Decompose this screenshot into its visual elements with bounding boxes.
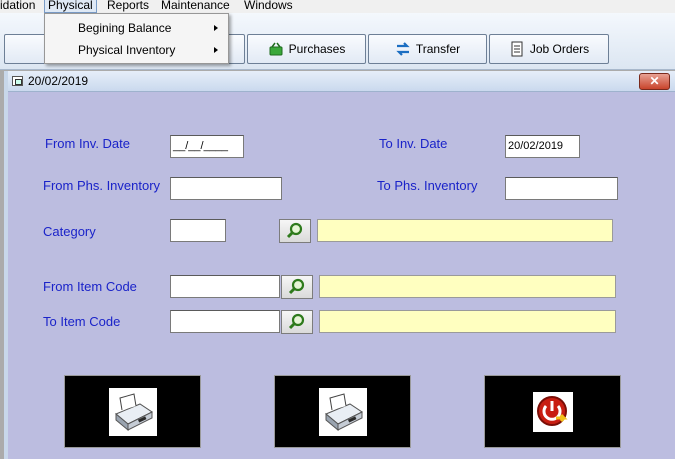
purchases-label: Purchases: [288, 42, 346, 56]
to-item-code-field[interactable]: [170, 310, 280, 333]
transfer-button[interactable]: Transfer: [368, 34, 487, 64]
physical-dropdown-menu: Begining Balance Physical Inventory: [44, 13, 229, 64]
from-inv-date-field[interactable]: __/__/____: [170, 135, 244, 158]
job-orders-button[interactable]: Job Orders: [489, 34, 609, 64]
submenu-arrow-icon: [214, 25, 218, 31]
print-button[interactable]: [274, 375, 411, 448]
printer-icon: [318, 387, 367, 436]
submenu-arrow-icon: [214, 47, 218, 53]
from-item-description-field: [319, 275, 616, 298]
category-lookup-button[interactable]: [279, 219, 311, 243]
from-item-lookup-button[interactable]: [281, 275, 313, 299]
from-phs-inventory-label: From Phs. Inventory: [43, 178, 161, 193]
window-title: 20/02/2019: [28, 74, 89, 88]
window-titlebar[interactable]: 20/02/2019 ✕: [8, 71, 675, 92]
preview-button[interactable]: [64, 375, 201, 448]
printer-icon: [108, 387, 157, 436]
menu-bar: idation Physical Reports Maintenance Win…: [0, 0, 675, 13]
window-icon: [12, 76, 23, 86]
power-exit-icon: [532, 391, 573, 432]
from-item-code-label: From Item Code: [43, 279, 137, 294]
menu-reports[interactable]: Reports: [107, 0, 149, 12]
to-inv-date-label: To Inv. Date: [379, 136, 448, 151]
menu-item-label: Begining Balance: [78, 21, 172, 35]
job-orders-label: Job Orders: [529, 42, 590, 56]
category-field[interactable]: [170, 219, 226, 242]
from-item-code-field[interactable]: [170, 275, 280, 298]
to-item-code-label: To Item Code: [43, 314, 121, 329]
menu-maintenance[interactable]: Maintenance: [161, 0, 230, 12]
to-inv-date-field[interactable]: 20/02/2019: [505, 135, 580, 158]
close-button[interactable]: ✕: [639, 73, 670, 90]
magnifier-icon: [287, 277, 307, 298]
menu-windows[interactable]: Windows: [244, 0, 293, 12]
transfer-label: Transfer: [415, 42, 461, 56]
menu-item-physical-inventory[interactable]: Physical Inventory: [45, 39, 228, 61]
menu-item-begining-balance[interactable]: Begining Balance: [45, 17, 228, 39]
magnifier-icon: [285, 221, 305, 242]
from-inv-date-label: From Inv. Date: [45, 136, 131, 151]
report-window: 20/02/2019 ✕ From Inv. Date __/__/____ T…: [4, 71, 675, 459]
menu-validation[interactable]: idation: [0, 0, 35, 12]
document-icon: [509, 41, 525, 57]
to-phs-inventory-label: To Phs. Inventory: [377, 178, 478, 193]
from-phs-inventory-field[interactable]: [170, 177, 282, 200]
menu-item-label: Physical Inventory: [78, 43, 176, 57]
to-item-lookup-button[interactable]: [281, 310, 313, 334]
to-phs-inventory-field[interactable]: [505, 177, 618, 200]
to-item-description-field: [319, 310, 616, 333]
category-label: Category: [43, 224, 96, 239]
menu-physical[interactable]: Physical: [44, 0, 97, 13]
shopping-basket-icon: [268, 41, 284, 57]
purchases-button[interactable]: Purchases: [247, 34, 366, 64]
category-description-field: [317, 219, 613, 242]
magnifier-icon: [287, 312, 307, 333]
exit-button[interactable]: [484, 375, 621, 448]
transfer-icon: [395, 41, 411, 57]
